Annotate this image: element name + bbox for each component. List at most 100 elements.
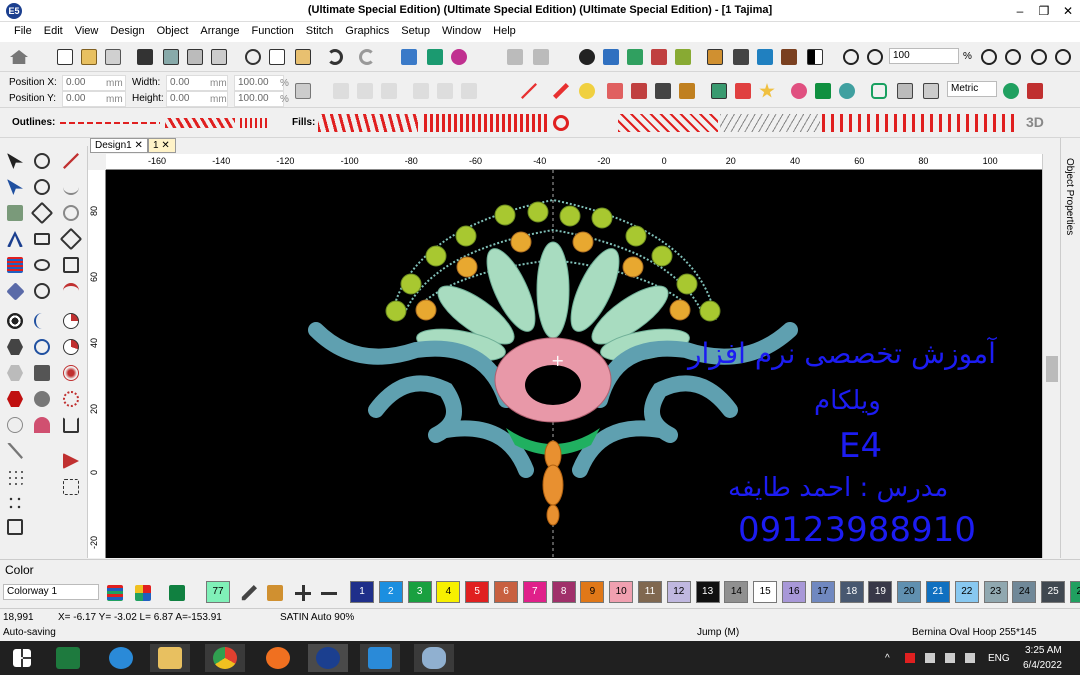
app-3-icon[interactable] bbox=[360, 644, 400, 672]
add-color-icon[interactable] bbox=[292, 582, 314, 604]
freehand-line-icon[interactable] bbox=[31, 310, 53, 332]
color-swatch-8[interactable]: 8 bbox=[551, 581, 576, 603]
paste-icon[interactable] bbox=[292, 46, 314, 68]
satin-stitch-icon[interactable] bbox=[518, 80, 540, 102]
monogram-icon[interactable] bbox=[4, 254, 26, 276]
menu-view[interactable]: View bbox=[69, 22, 105, 37]
tray-battery-icon[interactable] bbox=[925, 653, 935, 663]
object-properties-tab[interactable]: Object Properties bbox=[1064, 158, 1075, 235]
star-burst-icon[interactable] bbox=[60, 362, 82, 384]
star-icon[interactable] bbox=[756, 80, 778, 102]
rotate-icon[interactable] bbox=[378, 80, 400, 102]
color-swatch-4[interactable]: 4 bbox=[436, 581, 461, 603]
color-swatch-20[interactable]: 20 bbox=[897, 581, 922, 603]
color-swatch-16[interactable]: 16 bbox=[782, 581, 806, 603]
firefox-icon[interactable] bbox=[258, 644, 298, 672]
color-swatch-10[interactable]: 10 bbox=[609, 581, 634, 603]
eyedropper-icon[interactable] bbox=[238, 582, 260, 604]
overview-icon[interactable] bbox=[672, 46, 694, 68]
fill-specialty-preview[interactable] bbox=[822, 114, 1016, 132]
color-swatch-14[interactable]: 14 bbox=[724, 581, 749, 603]
oval-ring-icon[interactable] bbox=[60, 202, 82, 224]
chrome-icon[interactable] bbox=[205, 644, 245, 672]
freehand-select-icon[interactable] bbox=[31, 150, 53, 172]
color-swatch-22[interactable]: 22 bbox=[954, 581, 979, 603]
text-icon[interactable] bbox=[4, 228, 26, 250]
bean-stitch-icon[interactable] bbox=[676, 80, 698, 102]
zoom-hoop-icon[interactable] bbox=[1028, 46, 1050, 68]
tab-design1-close-icon[interactable]: ✕ bbox=[134, 140, 142, 151]
tray-alert-icon[interactable] bbox=[905, 653, 915, 663]
mirror-h-icon[interactable] bbox=[330, 80, 352, 102]
pie-icon[interactable] bbox=[60, 310, 82, 332]
tshirt-color-icon[interactable] bbox=[166, 582, 188, 604]
menu-window[interactable]: Window bbox=[436, 22, 487, 37]
open-polygon-icon[interactable] bbox=[60, 254, 82, 276]
color-swatch-26[interactable]: 26 bbox=[1070, 581, 1080, 603]
color-swatch-17[interactable]: 17 bbox=[810, 581, 835, 603]
import-icon[interactable] bbox=[102, 46, 124, 68]
triangle-red-icon[interactable] bbox=[60, 450, 82, 472]
color-swatch-13[interactable]: 13 bbox=[695, 581, 720, 603]
skew-icon[interactable] bbox=[410, 80, 432, 102]
file-explorer-icon[interactable] bbox=[150, 644, 190, 672]
applique-icon[interactable] bbox=[788, 80, 810, 102]
menu-edit[interactable]: Edit bbox=[38, 22, 69, 37]
color-swatch-1[interactable]: 1 bbox=[350, 581, 374, 603]
fork-icon[interactable] bbox=[652, 80, 674, 102]
color-swatch-7[interactable]: 7 bbox=[522, 581, 547, 603]
hexagon-outline-icon[interactable] bbox=[4, 336, 26, 358]
vertical-scrollbar[interactable] bbox=[1042, 154, 1060, 558]
hexagon-icon[interactable] bbox=[4, 362, 26, 384]
outline-satin-preview[interactable] bbox=[165, 118, 235, 128]
arc-icon[interactable] bbox=[60, 176, 82, 198]
tab-design1[interactable]: Design1 ✕ bbox=[90, 138, 148, 153]
color-swatch-11[interactable]: 11 bbox=[638, 581, 662, 603]
redo-icon[interactable] bbox=[356, 46, 378, 68]
menu-setup[interactable]: Setup bbox=[395, 22, 436, 37]
grab-hand-icon[interactable] bbox=[530, 46, 552, 68]
zoom-input[interactable]: 100 bbox=[889, 48, 959, 64]
stitch-player-icon[interactable] bbox=[424, 46, 446, 68]
menu-graphics[interactable]: Graphics bbox=[339, 22, 395, 37]
tab-1-close-icon[interactable]: ✕ bbox=[161, 140, 169, 151]
mixed-colors-icon[interactable] bbox=[836, 80, 858, 102]
print-preview-icon[interactable] bbox=[208, 46, 230, 68]
info-icon[interactable] bbox=[576, 46, 598, 68]
pointer-hand-icon[interactable] bbox=[504, 46, 526, 68]
stamp-icon[interactable] bbox=[778, 46, 800, 68]
zoom-box-icon[interactable] bbox=[1002, 46, 1024, 68]
3d-button[interactable]: 3D bbox=[1026, 114, 1044, 130]
fill-pattern-preview[interactable] bbox=[424, 114, 548, 132]
width-percent-input[interactable]: 100.00 bbox=[234, 75, 284, 91]
menu-stitch[interactable]: Stitch bbox=[300, 22, 340, 37]
remove-overlap-icon[interactable] bbox=[31, 388, 53, 410]
menu-function[interactable]: Function bbox=[246, 22, 300, 37]
color-swatch-18[interactable]: 18 bbox=[839, 581, 864, 603]
scrollbar-thumb[interactable] bbox=[1046, 356, 1058, 382]
shapes-icon[interactable] bbox=[732, 80, 754, 102]
rectangle-icon[interactable] bbox=[31, 228, 53, 250]
open-folder-icon[interactable] bbox=[78, 46, 100, 68]
color-swatch-5[interactable]: 5 bbox=[465, 581, 490, 603]
print-icon[interactable] bbox=[184, 46, 206, 68]
outline-motif-preview[interactable] bbox=[240, 118, 268, 128]
spool-icon[interactable] bbox=[704, 46, 726, 68]
home-icon[interactable] bbox=[8, 46, 30, 68]
save-icon[interactable] bbox=[134, 46, 156, 68]
color-swatch-25[interactable]: 25 bbox=[1041, 581, 1066, 603]
flower-circle-icon[interactable] bbox=[60, 388, 82, 410]
tray-volume-icon[interactable] bbox=[965, 653, 975, 663]
multi-shape-icon[interactable] bbox=[31, 280, 53, 302]
needle-icon[interactable] bbox=[4, 440, 26, 462]
point-select-icon[interactable] bbox=[31, 176, 53, 198]
grid-icon[interactable] bbox=[730, 46, 752, 68]
color-grid-icon[interactable] bbox=[132, 582, 154, 604]
windows-start-icon[interactable] bbox=[2, 644, 42, 672]
outline-run-preview[interactable] bbox=[60, 122, 160, 124]
color-swatch-19[interactable]: 19 bbox=[868, 581, 893, 603]
menu-arrange[interactable]: Arrange bbox=[194, 22, 245, 37]
transform-icon[interactable] bbox=[31, 362, 53, 384]
fill-circle-icon[interactable] bbox=[550, 112, 572, 134]
mirror-v-icon[interactable] bbox=[354, 80, 376, 102]
